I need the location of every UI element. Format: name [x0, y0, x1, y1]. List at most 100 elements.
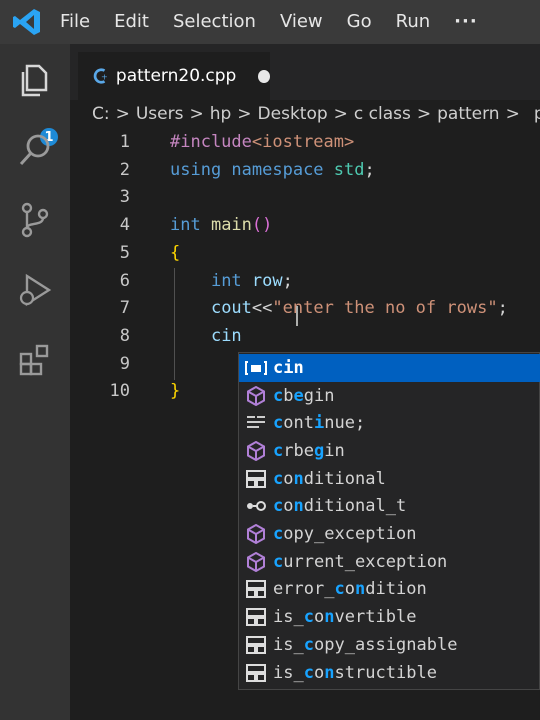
struct-icon [245, 635, 267, 655]
line-number: 1 [119, 132, 130, 152]
code-line[interactable]: 6 int row; [70, 267, 540, 295]
line-number: 2 [119, 159, 130, 180]
suggestion-label: conditional_t [273, 496, 407, 517]
unsaved-dot-icon[interactable] [258, 69, 270, 83]
code-text: using namespace std; [170, 156, 375, 184]
code-token: int [210, 270, 252, 291]
suggestion-item[interactable]: crbegin [239, 437, 540, 465]
source-control-icon[interactable] [15, 200, 55, 240]
code-text: { [170, 239, 180, 267]
suggestion-item[interactable]: error_condition [239, 576, 540, 604]
breadcrumb: C: > Users > hp > Desktop > c class > pa… [70, 100, 540, 128]
menu-run[interactable]: Run [396, 0, 431, 44]
code-line[interactable]: 2 using namespace std; [70, 156, 540, 184]
breadcrumb-desktop[interactable]: Desktop [258, 104, 328, 124]
code-token: using [170, 159, 232, 180]
snippet-icon [245, 413, 267, 433]
variable-icon [245, 358, 267, 378]
suggestion-item[interactable]: conditional_t [239, 493, 540, 521]
suggestion-item[interactable]: conditional [239, 465, 540, 493]
struct-icon [245, 579, 267, 599]
code-token: #include [170, 132, 252, 152]
cpp-file-icon: + [93, 68, 108, 84]
tab-bar: + pattern20.cpp [70, 44, 540, 100]
tab-label: pattern20.cpp [115, 66, 237, 86]
code-token: ; [364, 159, 375, 180]
vscode-logo-icon[interactable] [12, 7, 42, 37]
code-token: "enter the no of rows" [272, 298, 498, 319]
menu-file[interactable]: File [60, 0, 90, 44]
chevron-right-icon: > [237, 104, 252, 124]
line-number: 3 [119, 187, 130, 208]
method-icon [245, 551, 267, 572]
run-debug-icon[interactable] [15, 270, 55, 310]
menu-view[interactable]: View [280, 0, 323, 44]
menu-more[interactable]: ··· [454, 0, 478, 44]
suggestion-label: cin [273, 357, 304, 378]
menu-go[interactable]: Go [347, 0, 372, 44]
extensions-icon[interactable] [15, 340, 55, 380]
code-token: } [170, 381, 181, 402]
suggestion-item[interactable]: is_constructible [239, 659, 540, 687]
suggestion-item[interactable]: cbegin [239, 382, 540, 410]
menu-edit[interactable]: Edit [114, 0, 149, 44]
suggestion-label: is_copy_assignable [273, 634, 458, 655]
code-token: { [170, 242, 181, 263]
suggestion-label: continue; [273, 413, 366, 434]
suggestion-item[interactable]: is_copy_assignable [239, 631, 540, 659]
code-token: () [251, 215, 273, 236]
line-number: 10 [109, 381, 130, 402]
code-line[interactable]: 1 #include<iostream> [70, 128, 540, 156]
breadcrumb-pattern[interactable]: pattern [437, 104, 499, 124]
suggestion-label: conditional [273, 468, 386, 489]
code-line[interactable]: 3 [70, 183, 540, 211]
struct-icon [245, 469, 267, 489]
struct-icon [245, 607, 267, 627]
code-token: namespace [231, 159, 334, 180]
code-line[interactable]: 7 cout<<"enter the no of rows"; [70, 294, 540, 322]
activity-bar: 1 [0, 44, 70, 720]
chevron-right-icon: > [416, 104, 432, 124]
code-token: main [210, 215, 252, 236]
breadcrumb-users[interactable]: Users [136, 104, 184, 124]
tab-pattern20[interactable]: + pattern20.cpp [78, 52, 270, 100]
chevron-right-icon: > [189, 104, 204, 124]
explorer-icon[interactable] [15, 60, 55, 100]
suggestion-item[interactable]: is_convertible [239, 603, 540, 631]
suggestion-item[interactable]: current_exception [239, 548, 540, 576]
method-icon [245, 523, 267, 545]
menu-selection[interactable]: Selection [173, 0, 256, 44]
code-line[interactable]: 5{ [70, 239, 540, 267]
suggestion-item[interactable]: continue; [239, 409, 540, 437]
suggestion-label: is_constructible [273, 662, 437, 683]
code-text: #include<iostream> [170, 128, 354, 156]
text-cursor [296, 306, 298, 326]
suggestion-label: error_condition [273, 579, 427, 600]
code-line[interactable]: 8 cin [70, 322, 540, 350]
line-number: 5 [119, 242, 130, 263]
menu-bar: File Edit Selection View Go Run ··· [0, 0, 540, 44]
code-text: int row; [170, 267, 293, 295]
typedef-icon [245, 496, 267, 516]
suggestion-item[interactable]: cin [239, 354, 540, 382]
suggestion-label: copy_exception [273, 524, 417, 545]
code-text: int main() [170, 211, 272, 239]
breadcrumb-c-class[interactable]: c class [354, 104, 411, 124]
code-line[interactable]: 4 int main() [70, 211, 540, 239]
suggestion-label: current_exception [273, 551, 448, 572]
code-token: << [251, 298, 273, 319]
code-token: std [333, 159, 365, 180]
line-number: 7 [119, 298, 130, 319]
breadcrumb-file[interactable]: p [534, 104, 540, 124]
code-token: cout [210, 298, 252, 319]
suggestion-item[interactable]: copy_exception [239, 520, 540, 548]
code-token: cin [210, 325, 242, 346]
breadcrumb-drive[interactable]: C: [92, 104, 110, 124]
struct-icon [245, 663, 267, 683]
search-icon[interactable] [15, 130, 55, 170]
code-token: int [170, 215, 211, 236]
breadcrumb-hp[interactable]: hp [210, 104, 232, 124]
method-icon [245, 385, 267, 406]
